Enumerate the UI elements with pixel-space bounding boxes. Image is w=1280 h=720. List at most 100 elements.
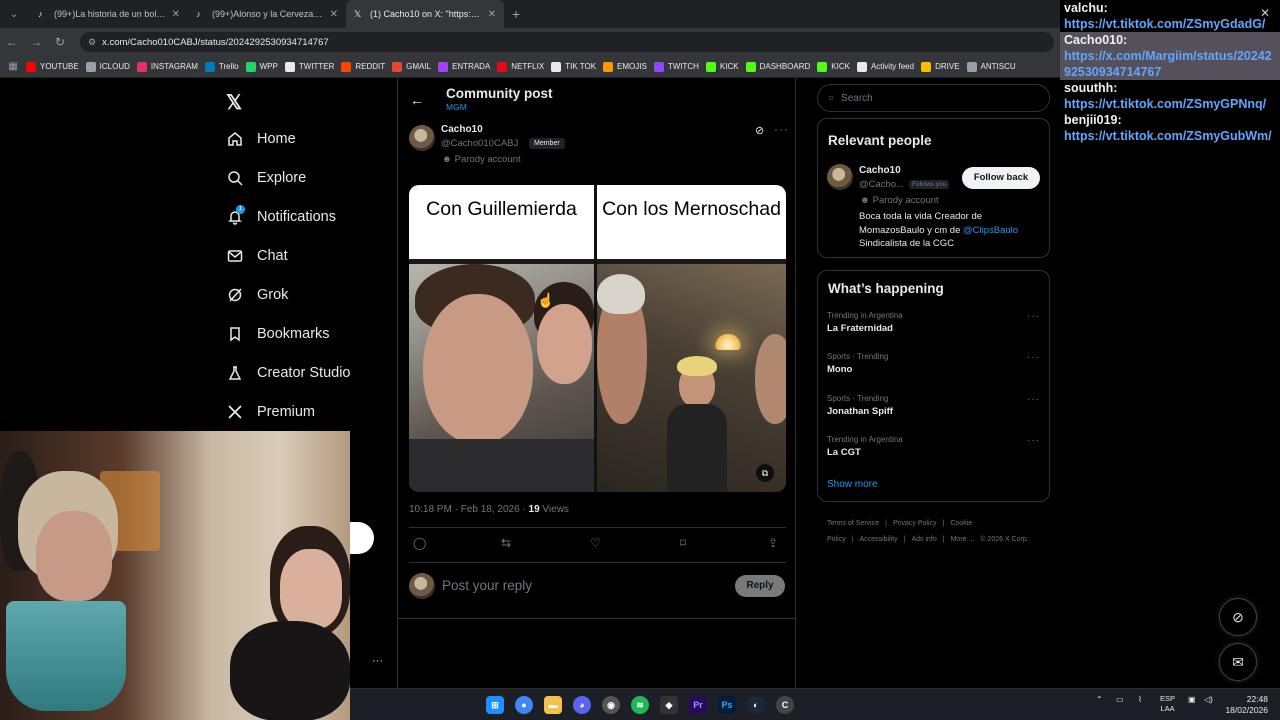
nav-item-premium[interactable]: Premium	[226, 400, 315, 424]
language-indicator[interactable]: ESP LAA	[1160, 694, 1175, 714]
footer-link[interactable]: Terms of Service	[827, 520, 879, 527]
apps-grid-icon[interactable]: ▦	[0, 61, 26, 72]
grok-icon[interactable]: ⊘	[755, 124, 764, 137]
bookmark-item[interactable]: EMOJIS	[603, 61, 647, 72]
bio-mention-link[interactable]: @ClipsBaulo	[963, 225, 1018, 236]
microphone-icon[interactable]: ⌇	[1138, 695, 1142, 704]
repost-icon[interactable]: ⇆	[501, 536, 511, 550]
spotify-icon[interactable]: ≋	[631, 696, 649, 714]
discord-icon[interactable]: ◕	[573, 696, 591, 714]
bookmark-item[interactable]: GMAIL	[392, 61, 431, 72]
x-logo-icon[interactable]: 𝕏	[226, 90, 246, 114]
reply-icon[interactable]: ◯	[413, 536, 426, 550]
url-field[interactable]: ⚙ x.com/Cacho010CABJ/status/202429253093…	[80, 32, 1054, 52]
footer-link[interactable]: More ...	[951, 536, 975, 543]
bookmark-item[interactable]: ENTRADA	[438, 61, 490, 72]
nav-item-home[interactable]: Home	[226, 127, 296, 151]
post-time[interactable]: 10:18 PM · Feb 18, 2026 ·	[409, 504, 529, 515]
more-icon[interactable]: ···	[774, 122, 789, 136]
share-icon[interactable]: ⇪	[768, 536, 778, 550]
reply-input[interactable]: Post your reply	[442, 578, 532, 593]
follow-back-button[interactable]: Follow back	[962, 167, 1040, 189]
nav-item-notifications[interactable]: 1 Notifications	[226, 205, 336, 229]
chrome-icon[interactable]: ●	[515, 696, 533, 714]
bookmark-item[interactable]: KICK	[817, 61, 850, 72]
bookmark-item[interactable]: WPP	[245, 61, 278, 72]
chevron-up-icon[interactable]: ⌃	[1096, 695, 1103, 704]
trend-item[interactable]: Trending in Argentina La Fraternidad ···	[827, 311, 1040, 334]
media-tag-icon[interactable]: ⧉	[756, 464, 774, 482]
tab-search-chevron-icon[interactable]: ⌄	[2, 4, 26, 24]
nav-item-creator-studio[interactable]: Creator Studio	[226, 361, 351, 385]
close-icon[interactable]: ✕	[330, 9, 338, 20]
bookmark-item[interactable]: REDDIT	[341, 61, 385, 72]
avatar[interactable]	[827, 164, 853, 190]
back-arrow-icon[interactable]: ←	[0, 35, 24, 49]
nav-item-bookmarks[interactable]: Bookmarks	[226, 322, 330, 346]
like-icon[interactable]: ♡	[590, 536, 601, 550]
forward-arrow-icon[interactable]: →	[24, 35, 48, 49]
bookmark-item[interactable]: DASHBOARD	[745, 61, 810, 72]
bookmark-item[interactable]: NETFLIX	[497, 61, 544, 72]
author-handle[interactable]: @Cacho010CABJ	[441, 138, 518, 149]
close-icon[interactable]: ✕	[172, 9, 180, 20]
trend-item[interactable]: Sports · Trending Mono ···	[827, 352, 1040, 375]
footer-link[interactable]: Privacy Policy	[893, 520, 937, 527]
bookmark-item[interactable]: TWITCH	[653, 61, 699, 72]
chat-link[interactable]: https://x.com/Margiim/status/20242925309…	[1064, 48, 1276, 80]
back-arrow-icon[interactable]: ←	[410, 92, 424, 108]
folder-icon[interactable]: ▬	[544, 696, 562, 714]
app-icon[interactable]: ◆	[660, 696, 678, 714]
more-icon[interactable]: ···	[1027, 352, 1040, 363]
chat-link[interactable]: https://vt.tiktok.com/ZSmyGdadG/	[1064, 16, 1276, 32]
show-more-link[interactable]: Show more	[827, 479, 878, 490]
nav-item-grok[interactable]: Grok	[226, 283, 288, 307]
messages-float-button[interactable]: ✉	[1219, 643, 1257, 681]
close-icon[interactable]: ✕	[1260, 6, 1270, 20]
app-icon[interactable]: C	[776, 696, 794, 714]
more-icon[interactable]: ···	[1027, 435, 1040, 446]
author-name[interactable]: Cacho10	[441, 124, 483, 135]
clock[interactable]: 22:48 18/02/2026	[1225, 694, 1268, 716]
post-media[interactable]: Con Guillemierda Con los Mernoschad ⧉ ☝	[409, 185, 786, 492]
bookmark-item[interactable]: TIK TOK	[551, 61, 596, 72]
bookmark-item[interactable]: TWITTER	[284, 61, 334, 72]
obs-icon[interactable]: ◉	[602, 696, 620, 714]
photoshop-icon[interactable]: Ps	[718, 696, 736, 714]
grok-float-button[interactable]: ⊘	[1219, 598, 1257, 636]
trend-item[interactable]: Sports · Trending Jonathan Spiff ···	[827, 394, 1040, 417]
flag-icon[interactable]: ▭	[1116, 695, 1124, 704]
steam-icon[interactable]: ◐	[747, 696, 765, 714]
browser-tab-1[interactable]: ♪ (99+)La historia de un boludo c ✕	[30, 0, 188, 28]
browser-tab-2[interactable]: ♪ (99+)Alonso y la Cerveza: Un M ✕	[188, 0, 346, 28]
volume-icon[interactable]: ◁)	[1204, 695, 1213, 704]
reload-icon[interactable]: ↻	[48, 35, 72, 49]
footer-link[interactable]: Ads info	[911, 536, 936, 543]
browser-tab-3[interactable]: 𝕏 (1) Cacho10 on X: "https://t.co/ ✕	[346, 0, 504, 28]
footer-link[interactable]: Accessibility	[860, 536, 898, 543]
close-icon[interactable]: ✕	[488, 9, 496, 20]
chat-link[interactable]: https://vt.tiktok.com/ZSmyGubWm/	[1064, 128, 1276, 144]
more-icon[interactable]: ···	[1027, 311, 1040, 322]
windows-start-icon[interactable]: ⊞	[486, 696, 504, 714]
footer-link[interactable]: © 2026 X Corp.	[980, 536, 1028, 543]
bookmark-item[interactable]: ANTISCU	[966, 61, 1016, 72]
community-link[interactable]: MGM	[446, 102, 467, 112]
chat-link[interactable]: https://vt.tiktok.com/ZSmyGPNnq/	[1064, 96, 1276, 112]
bookmark-item[interactable]: ICLOUD	[85, 61, 130, 72]
nav-item-chat[interactable]: Chat	[226, 244, 288, 268]
person-name[interactable]: Cacho10	[859, 165, 901, 176]
site-info-icon[interactable]: ⚙	[88, 37, 96, 48]
bookmark-item[interactable]: YOUTUBE	[26, 61, 79, 72]
more-icon[interactable]: ···	[1027, 394, 1040, 405]
premiere-icon[interactable]: Pr	[689, 696, 707, 714]
bookmark-item[interactable]: INSTAGRAM	[136, 61, 198, 72]
trend-item[interactable]: Trending in Argentina La CGT ···	[827, 435, 1040, 458]
bookmark-item[interactable]: KICK	[705, 61, 739, 72]
avatar[interactable]	[409, 125, 435, 151]
network-icon[interactable]: ▣	[1188, 695, 1196, 704]
new-tab-plus-icon[interactable]: +	[512, 6, 520, 22]
bookmark-item[interactable]: DRIVE	[921, 61, 960, 72]
person-handle[interactable]: @Cacho...	[859, 179, 904, 190]
bookmark-item[interactable]: Activity feed	[856, 61, 914, 72]
